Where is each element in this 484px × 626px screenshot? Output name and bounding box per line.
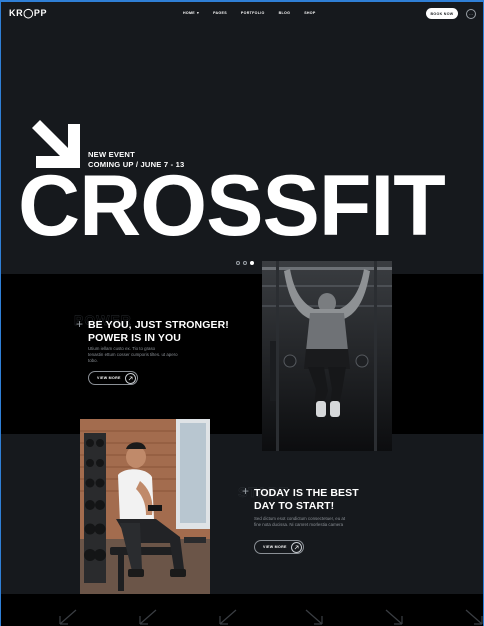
athlete-dumbbell-image (80, 419, 210, 594)
book-now-button[interactable]: BOOK NOW (426, 8, 458, 19)
arrow-up-right-icon (125, 373, 136, 384)
section1-title-line: POWER IS IN YOU (88, 332, 181, 344)
site-header: KR◯PP HOME ▾ PAGES PORTFOLIO BLOG SHOP BO… (0, 2, 484, 24)
section2-title-line: DAY TO START! (254, 500, 335, 512)
menu-toggle-button[interactable]: ⋯ (466, 9, 476, 19)
plus-icon: + (76, 317, 84, 331)
frame-edge (0, 0, 1, 626)
chevron-down-icon: ▾ (196, 11, 200, 15)
view-more-button[interactable]: VIEW MORE (254, 540, 304, 554)
view-more-label: VIEW MORE (97, 376, 121, 380)
slider-pagination (236, 261, 254, 265)
section2-title: TODAY IS THE BEST DAY TO START! (254, 487, 359, 513)
nav-item-pages[interactable]: PAGES (213, 11, 227, 15)
section-band (0, 434, 484, 594)
section2-text-line: fine nota ducissa. Ni camret morlestia c… (254, 522, 344, 527)
nav-item-shop[interactable]: SHOP (304, 11, 315, 15)
nav-item-blog[interactable]: BLOG (279, 11, 291, 15)
site-logo[interactable]: KR◯PP (9, 8, 47, 19)
section2-description: Sed dictum esot condictum consectetuer, … (254, 516, 345, 528)
slider-dot[interactable] (236, 261, 240, 265)
plus-icon: + (242, 484, 250, 498)
section1-title: BE YOU, JUST STRONGER! POWER IS IN YOU (88, 319, 229, 345)
footer-decorative-arrows (59, 609, 483, 625)
section1-title-line: BE YOU, JUST STRONGER! (88, 319, 229, 331)
nav-item-label: HOME (183, 11, 195, 15)
section2-title-line: TODAY IS THE BEST (254, 487, 359, 499)
nav-item-home[interactable]: HOME ▾ (183, 11, 199, 15)
hero-headline: CROSSFIT (18, 158, 446, 254)
main-nav: HOME ▾ PAGES PORTFOLIO BLOG SHOP (183, 11, 330, 15)
section-band-dark (0, 274, 484, 434)
view-more-button[interactable]: VIEW MORE (88, 371, 138, 385)
slider-dot[interactable] (243, 261, 247, 265)
section1-description: Utium iellam custo ex. Tio to graso tena… (88, 346, 178, 364)
slider-dot-active[interactable] (250, 261, 254, 265)
nav-item-portfolio[interactable]: PORTFOLIO (241, 11, 265, 15)
dots-icon: ⋯ (469, 11, 473, 17)
athlete-pullup-image (262, 261, 392, 451)
arrow-up-right-icon (291, 542, 302, 553)
section1-text-line: tenastin ettum cosser cumporis tiltes. u… (88, 352, 178, 357)
view-more-label: VIEW MORE (263, 545, 287, 549)
section1-text-line: tobo. (88, 358, 98, 363)
